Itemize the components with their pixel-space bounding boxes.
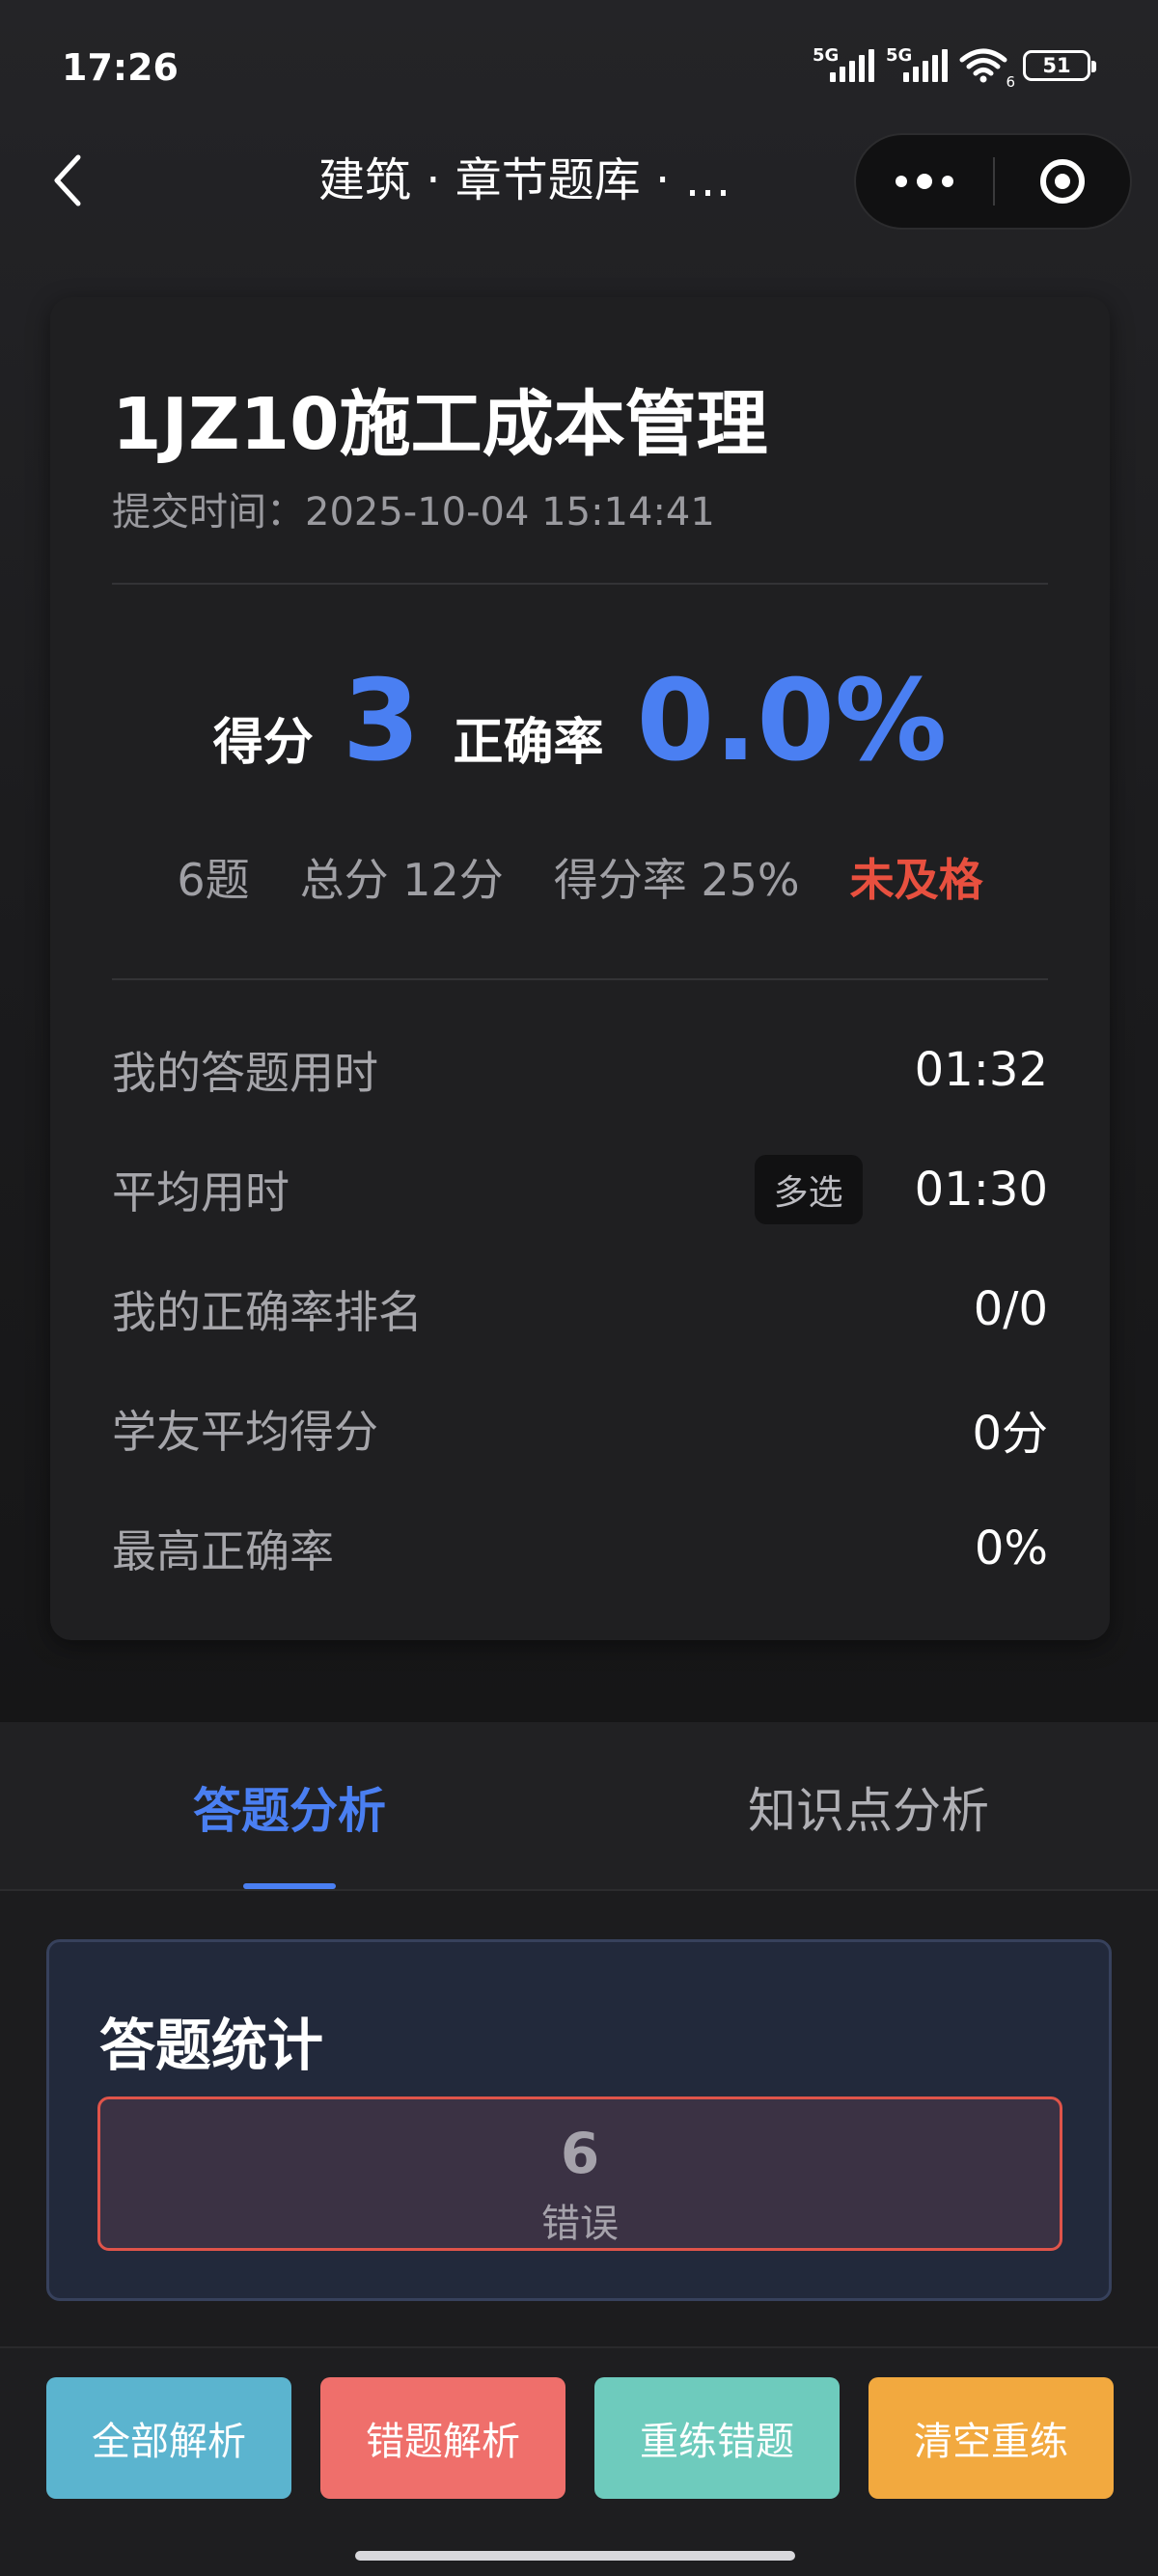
pass-status-badge: 未及格 [849, 854, 983, 906]
divider [112, 583, 1048, 585]
stat-row-average-time: 平均用时 多选 01:30 [112, 1146, 1048, 1233]
view-all-analysis-button[interactable]: 全部解析 [46, 2377, 291, 2499]
stat-row-peer-average: 学友平均得分 0分 [112, 1406, 1048, 1461]
divider [112, 978, 1048, 980]
accuracy-value: 0.0% [636, 656, 948, 786]
score-value: 3 [342, 656, 421, 786]
analysis-tab-bar: 答题分析 知识点分析 [0, 1722, 1158, 1891]
page-title: 建筑 · 章节题库 · … [318, 153, 731, 207]
accuracy-label: 正确率 [453, 714, 604, 772]
stat-row-accuracy-rank: 我的正确率排名 0/0 [112, 1282, 1048, 1338]
more-button[interactable] [856, 135, 993, 228]
status-icons: 5G 5G 6 51 [813, 45, 1096, 91]
stat-row-my-time: 我的答题用时 01:32 [112, 1043, 1048, 1099]
more-dots-icon [917, 174, 932, 189]
clear-and-retry-button[interactable]: 清空重练 [868, 2377, 1114, 2499]
tab-answer-analysis[interactable]: 答题分析 [0, 1722, 579, 1891]
answer-stats-title: 答题统计 [99, 2013, 324, 2078]
close-mini-program-button[interactable] [995, 135, 1130, 228]
action-bar: 全部解析 错题解析 重练错题 清空重练 [0, 2346, 1158, 2576]
exam-title: 1JZ10施工成本管理 [112, 383, 768, 466]
retry-wrong-button[interactable]: 重练错题 [594, 2377, 840, 2499]
question-type-tag: 多选 [754, 1155, 863, 1224]
wrong-answers-box[interactable]: 6 错误 [97, 2096, 1062, 2251]
stat-row-highest-accuracy: 最高正确率 0% [112, 1521, 1048, 1577]
active-tab-indicator [243, 1883, 336, 1889]
score-row: 得分 3 正确率 0.0% [50, 656, 1110, 791]
tab-knowledge-analysis[interactable]: 知识点分析 [579, 1722, 1158, 1891]
home-indicator[interactable] [355, 2551, 795, 2561]
answer-stats-panel: 答题统计 6 错误 [46, 1939, 1112, 2301]
wrong-count: 6 [560, 2121, 600, 2186]
status-time: 17:26 [62, 46, 179, 89]
mini-program-capsule [854, 133, 1132, 230]
cellular-signal-icon: 5G [886, 45, 948, 82]
summary-row: 6题 总分 12分 得分率 25% 未及格 [50, 845, 1110, 909]
total-score: 总分 12分 [299, 854, 504, 906]
score-label: 得分 [212, 714, 314, 772]
score-rate: 得分率 25% [553, 854, 800, 906]
result-card: 1JZ10施工成本管理 提交时间：2025-10-04 15:14:41 得分 … [50, 297, 1110, 1640]
wifi-icon: 6 [959, 48, 1015, 91]
status-bar: 17:26 5G 5G 6 51 [0, 0, 1158, 135]
submit-time: 提交时间：2025-10-04 15:14:41 [112, 490, 715, 534]
chevron-left-icon [54, 154, 81, 206]
wrong-label: 错误 [541, 2202, 619, 2246]
battery-icon: 51 [1023, 50, 1096, 81]
back-button[interactable] [39, 145, 96, 216]
target-icon [1040, 159, 1085, 204]
cellular-signal-icon: 5G [813, 45, 874, 82]
question-count: 6题 [177, 854, 250, 906]
wrong-analysis-button[interactable]: 错题解析 [320, 2377, 565, 2499]
battery-level: 51 [1042, 54, 1071, 77]
